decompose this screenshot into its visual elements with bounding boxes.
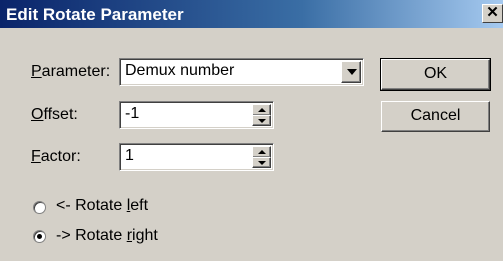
parameter-select[interactable]: Demux number xyxy=(119,58,364,86)
rotate-left-label: <- Rotate left xyxy=(56,197,149,214)
offset-value: -1 xyxy=(125,105,140,122)
spin-down-icon xyxy=(258,161,266,165)
factor-field[interactable]: 1 xyxy=(119,143,274,171)
parameter-dropdown-button[interactable] xyxy=(341,61,361,83)
cancel-button[interactable]: Cancel xyxy=(381,101,490,132)
offset-label: Offset: xyxy=(31,106,78,123)
chevron-down-icon xyxy=(347,69,357,75)
close-icon: ✕ xyxy=(486,4,499,21)
offset-spin-down[interactable] xyxy=(252,115,271,126)
parameter-label: Parameter: xyxy=(31,63,111,80)
spin-up-icon xyxy=(258,150,266,154)
offset-field[interactable]: -1 xyxy=(119,101,274,129)
window-title: Edit Rotate Parameter xyxy=(6,5,184,24)
factor-spin-down[interactable] xyxy=(252,157,271,168)
factor-label: Factor: xyxy=(31,148,81,165)
title-bar: Edit Rotate Parameter ✕ xyxy=(0,0,503,28)
ok-button[interactable]: OK xyxy=(380,58,491,91)
parameter-select-value: Demux number xyxy=(125,62,235,79)
rotate-right-label: -> Rotate right xyxy=(56,227,158,244)
close-button[interactable]: ✕ xyxy=(482,4,503,23)
spin-up-icon xyxy=(258,108,266,112)
factor-value: 1 xyxy=(125,147,134,164)
rotate-left-radio[interactable] xyxy=(33,201,46,214)
spin-down-icon xyxy=(258,119,266,123)
radio-selected-dot xyxy=(37,234,42,239)
rotate-right-radio[interactable] xyxy=(33,230,46,243)
